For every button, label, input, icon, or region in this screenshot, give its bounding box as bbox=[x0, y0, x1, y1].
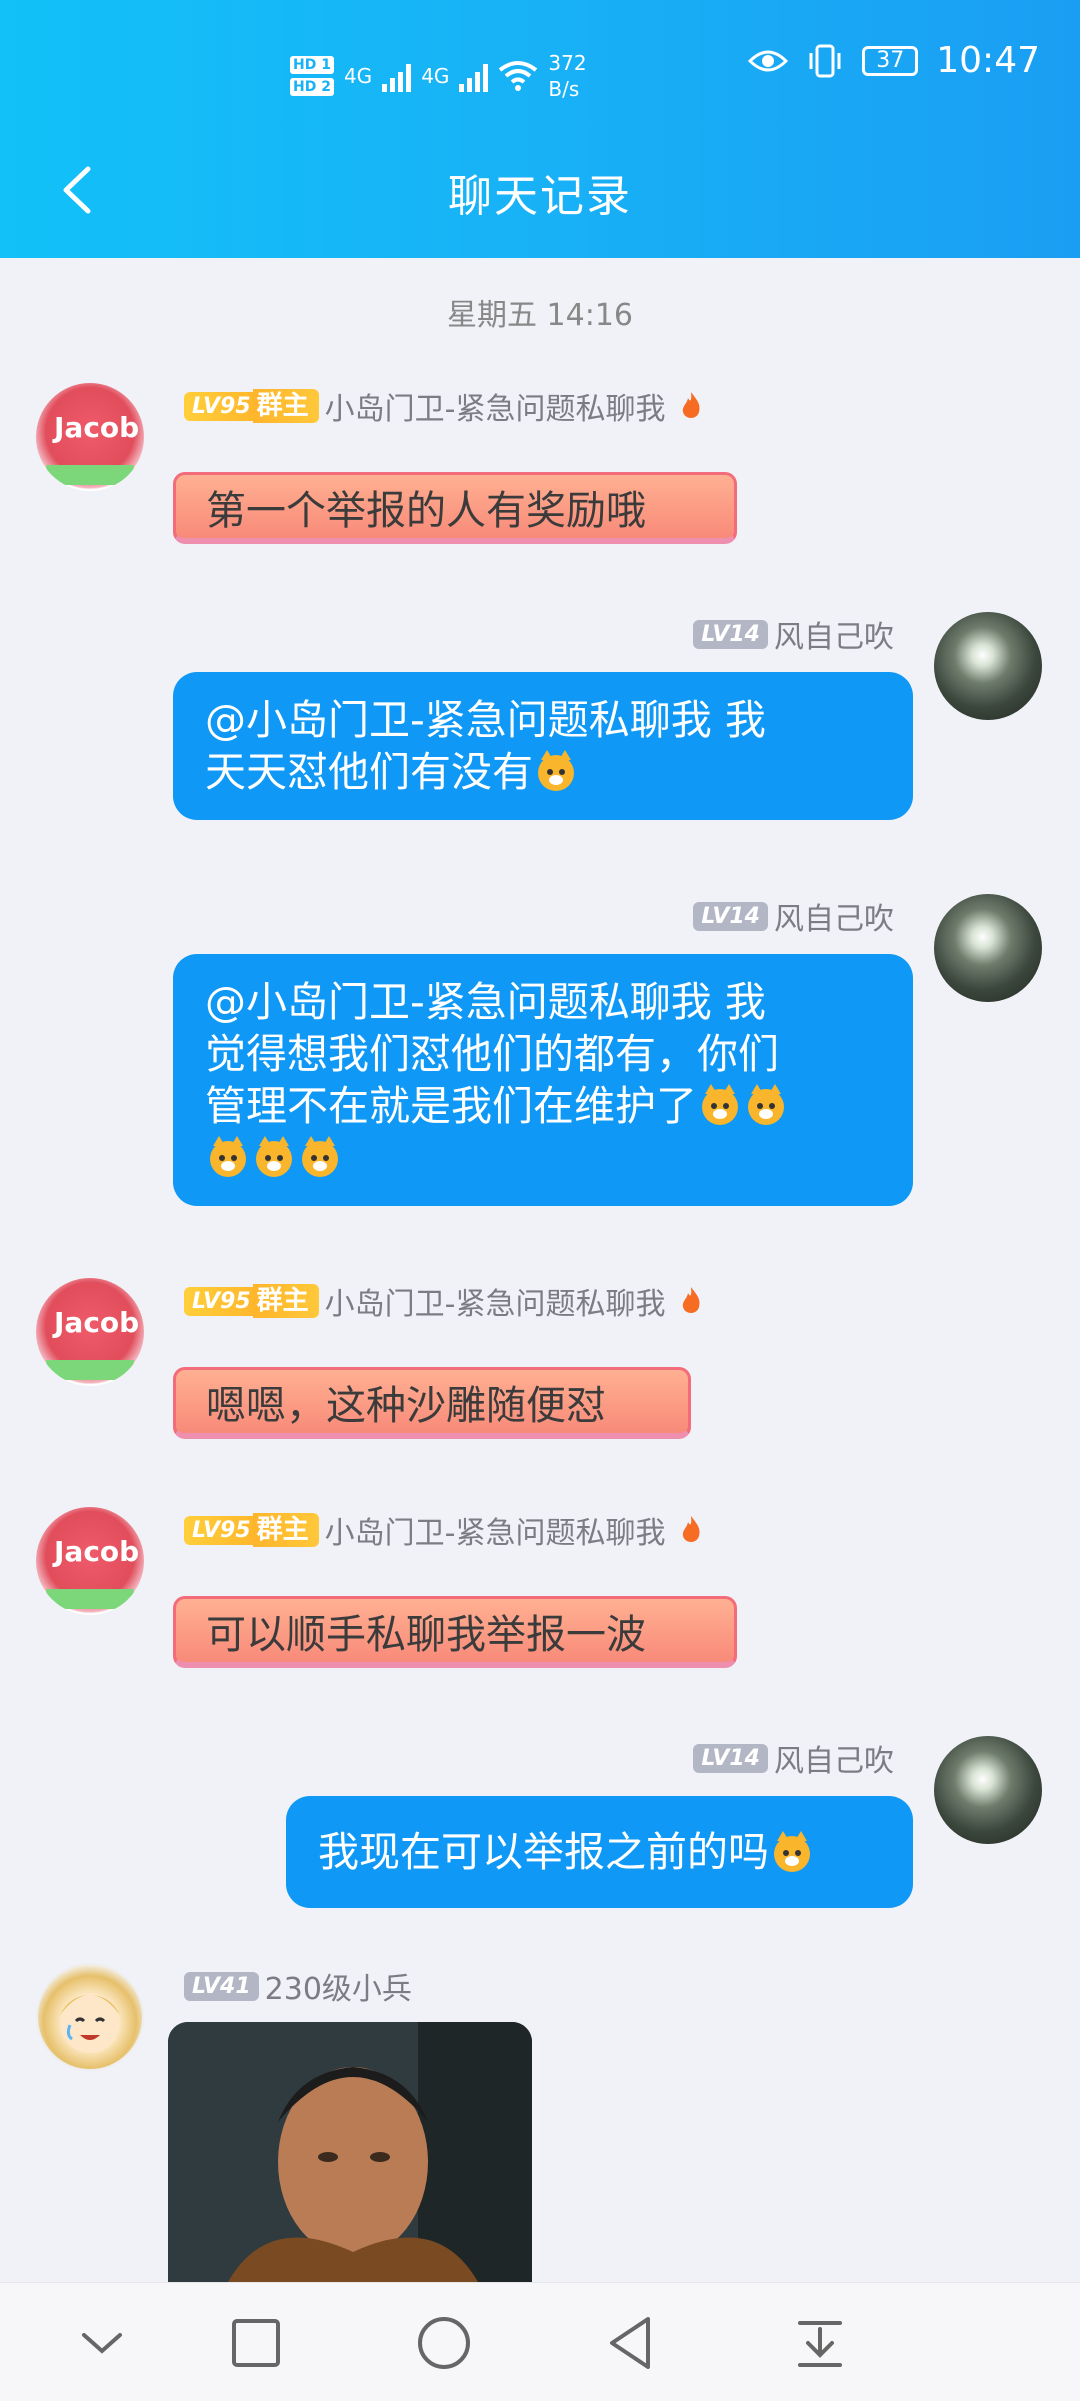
message-text: 嗯嗯，这种沙雕随便怼 bbox=[206, 1382, 606, 1429]
level-badge: LV95 bbox=[184, 1286, 259, 1316]
avatar[interactable] bbox=[934, 894, 1042, 1002]
message-bubble[interactable]: 可以顺手私聊我举报一波 bbox=[173, 1596, 737, 1668]
eye-icon bbox=[748, 50, 789, 71]
avatar-decoration bbox=[46, 1360, 134, 1380]
sender-name[interactable]: 小岛门卫-紧急问题私聊我 bbox=[325, 1287, 666, 1322]
fire-icon bbox=[682, 1287, 700, 1313]
signal-icon bbox=[382, 60, 412, 92]
owner-badge: 群主 bbox=[252, 1513, 319, 1547]
sender-meta: LV14 风自己吹 bbox=[693, 612, 894, 656]
sender-name[interactable]: 风自己吹 bbox=[774, 620, 894, 655]
sender-meta: LV95 群主 小岛门卫-紧急问题私聊我 bbox=[184, 384, 703, 428]
emoji-icon bbox=[256, 1136, 292, 1177]
message-text: 我现在可以举报之前的吗 bbox=[318, 1828, 769, 1876]
owner-badge: 群主 bbox=[252, 1284, 319, 1318]
emoji-icon bbox=[774, 1831, 810, 1872]
emoji-icon bbox=[702, 1084, 738, 1125]
message-bubble[interactable]: 我现在可以举报之前的吗 bbox=[286, 1796, 913, 1908]
clock: 10:47 bbox=[936, 40, 1040, 81]
emoji-icon bbox=[748, 1084, 784, 1125]
network-speed: 372 B/s bbox=[548, 50, 586, 102]
emoji-icon bbox=[538, 750, 574, 791]
level-badge: LV95 bbox=[184, 391, 259, 421]
hd1-badge: HD 1 bbox=[290, 56, 334, 74]
emoji-icon bbox=[302, 1136, 338, 1177]
network-label-1: 4G bbox=[343, 64, 373, 88]
status-left: HD 1 HD 2 4G 4G 372 B/s bbox=[290, 50, 587, 102]
avatar-decoration bbox=[46, 465, 134, 485]
speed-unit: B/s bbox=[548, 77, 580, 101]
status-bar: HD 1 HD 2 4G 4G 372 B/s 37 10:47 bbox=[0, 40, 1080, 120]
fire-icon bbox=[682, 392, 700, 418]
page-title: 聊天记录 bbox=[448, 171, 632, 222]
avatar[interactable]: Jacob bbox=[36, 1507, 144, 1615]
square-icon[interactable] bbox=[224, 2311, 288, 2375]
message-text-line: @小岛门卫-紧急问题私聊我 我 bbox=[205, 696, 766, 744]
top-header: HD 1 HD 2 4G 4G 372 B/s 37 10:47 聊天记录 bbox=[0, 0, 1080, 258]
fire-icon bbox=[682, 1516, 700, 1542]
battery-indicator: 37 bbox=[862, 45, 919, 76]
sender-name[interactable]: 230级小兵 bbox=[265, 1972, 412, 2007]
sender-meta: LV41 230级小兵 bbox=[184, 1964, 412, 2008]
emoji-icon bbox=[210, 1136, 246, 1177]
hd2-badge: HD 2 bbox=[290, 78, 334, 96]
message-text: 第一个举报的人有奖励哦 bbox=[206, 487, 646, 534]
avatar-text: Jacob bbox=[54, 1535, 140, 1568]
level-badge: LV41 bbox=[184, 1971, 259, 2001]
message-text-line: 觉得想我们怼他们的都有，你们 bbox=[205, 1030, 779, 1078]
message-text-line: 管理不在就是我们在维护了 bbox=[205, 1082, 697, 1130]
triangle-back-icon[interactable] bbox=[600, 2311, 664, 2375]
message-text-line: @小岛门卫-紧急问题私聊我 我 bbox=[205, 978, 766, 1026]
sender-name[interactable]: 小岛门卫-紧急问题私聊我 bbox=[325, 1516, 666, 1551]
signal-icon bbox=[459, 60, 489, 92]
photo-content bbox=[168, 2022, 532, 2282]
sender-meta: LV14 风自己吹 bbox=[693, 1736, 894, 1780]
sender-meta: LV95 群主 小岛门卫-紧急问题私聊我 bbox=[184, 1279, 703, 1323]
chevron-down-icon[interactable] bbox=[70, 2311, 134, 2375]
sender-meta: LV95 群主 小岛门卫-紧急问题私聊我 bbox=[184, 1508, 703, 1552]
sender-name[interactable]: 小岛门卫-紧急问题私聊我 bbox=[325, 392, 666, 427]
message-bubble[interactable]: 第一个举报的人有奖励哦 bbox=[173, 472, 737, 544]
avatar[interactable] bbox=[934, 612, 1042, 720]
cartoon-face-icon bbox=[60, 1993, 120, 2053]
speed-value: 372 bbox=[548, 51, 587, 75]
avatar[interactable] bbox=[934, 1736, 1042, 1844]
level-badge: LV14 bbox=[693, 901, 768, 931]
hd-badges: HD 1 HD 2 bbox=[290, 56, 334, 96]
sender-name[interactable]: 风自己吹 bbox=[774, 902, 894, 937]
message-image[interactable] bbox=[168, 2022, 532, 2282]
avatar-text: Jacob bbox=[54, 411, 140, 444]
avatar-decoration bbox=[46, 1589, 134, 1609]
message-bubble[interactable]: @小岛门卫-紧急问题私聊我 我 觉得想我们怼他们的都有，你们 管理不在就是我们在… bbox=[173, 954, 913, 1206]
download-tray-icon[interactable] bbox=[788, 2311, 852, 2375]
status-right: 37 10:47 bbox=[748, 40, 1040, 81]
vibrate-icon bbox=[809, 44, 841, 77]
wifi-icon bbox=[499, 61, 538, 91]
chat-timestamp: 星期五 14:16 bbox=[447, 298, 633, 333]
avatar[interactable] bbox=[36, 1963, 144, 2071]
circle-icon[interactable] bbox=[412, 2311, 476, 2375]
level-badge: LV14 bbox=[693, 1743, 768, 1773]
system-nav-bar bbox=[0, 2282, 1080, 2401]
sender-meta: LV14 风自己吹 bbox=[693, 894, 894, 938]
network-label-2: 4G bbox=[421, 64, 450, 88]
message-text: 可以顺手私聊我举报一波 bbox=[206, 1611, 646, 1658]
sender-name[interactable]: 风自己吹 bbox=[774, 1744, 894, 1779]
message-bubble[interactable]: 嗯嗯，这种沙雕随便怼 bbox=[173, 1367, 691, 1439]
level-badge: LV14 bbox=[693, 619, 768, 649]
message-text-line: 天天怼他们有没有 bbox=[205, 748, 533, 796]
owner-badge: 群主 bbox=[252, 389, 319, 423]
message-bubble[interactable]: @小岛门卫-紧急问题私聊我 我 天天怼他们有没有 bbox=[173, 672, 913, 820]
avatar[interactable]: Jacob bbox=[36, 1278, 144, 1386]
level-badge: LV95 bbox=[184, 1515, 259, 1545]
avatar-text: Jacob bbox=[54, 1306, 140, 1339]
avatar[interactable]: Jacob bbox=[36, 383, 144, 491]
